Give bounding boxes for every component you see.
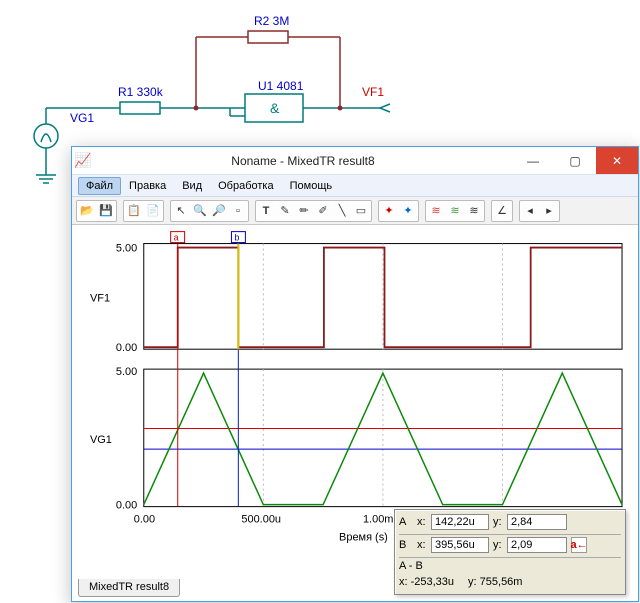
result-tab[interactable]: MixedTR result8 xyxy=(78,579,180,597)
mb-x-label-b: x: xyxy=(417,539,427,551)
pen2-icon[interactable]: ✏ xyxy=(295,202,313,220)
menu-file[interactable]: Файл xyxy=(78,177,121,195)
next-icon[interactable]: ▸ xyxy=(540,202,558,220)
window-title: Noname - MixedTR result8 xyxy=(94,154,512,168)
copy-icon[interactable]: 📋 xyxy=(125,202,143,220)
zoom-in-icon[interactable]: 🔍 xyxy=(191,202,209,220)
pen1-icon[interactable]: ✎ xyxy=(276,202,294,220)
titlebar[interactable]: 📈 Noname - MixedTR result8 — ▢ ✕ xyxy=(72,147,638,175)
open-icon[interactable]: 📂 xyxy=(78,202,96,220)
prev-icon[interactable]: ◂ xyxy=(521,202,539,220)
cursor-a-x-input[interactable] xyxy=(431,514,489,530)
text-tool-icon[interactable]: T xyxy=(257,202,275,220)
x-tick-0: 0.00 xyxy=(134,514,155,526)
zoom-fit-icon[interactable]: ▫ xyxy=(229,202,247,220)
r2-label: R2 3M xyxy=(254,14,289,28)
r1-label: R1 330k xyxy=(118,85,164,99)
result-window: 📈 Noname - MixedTR result8 — ▢ ✕ Файл Пр… xyxy=(71,146,639,602)
mb-a-label: A xyxy=(399,516,413,528)
mb-y-label-a: y: xyxy=(493,516,503,528)
mb-x-label-a: x: xyxy=(417,516,427,528)
cursor-b-x-input[interactable] xyxy=(431,537,489,553)
wave2-icon[interactable]: ≋ xyxy=(446,202,464,220)
app-icon: 📈 xyxy=(72,152,94,169)
mb-diff-y: y: 755,56m xyxy=(468,576,522,588)
u1-symbol: & xyxy=(270,100,280,116)
pointer-icon[interactable]: ↖ xyxy=(172,202,190,220)
cursor-b-y-input[interactable] xyxy=(507,537,567,553)
menu-help[interactable]: Помощь xyxy=(282,177,341,195)
angle-icon[interactable]: ∠ xyxy=(493,202,511,220)
save-icon[interactable]: 💾 xyxy=(97,202,115,220)
minimize-button[interactable]: — xyxy=(512,147,554,174)
cursor-a-icon[interactable]: ✦ xyxy=(380,202,398,220)
wave3-icon[interactable]: ≋ xyxy=(465,202,483,220)
vg1-label: VG1 xyxy=(70,111,94,125)
measurement-panel[interactable]: A x: y: B x: y: a← A - B x: -253,33u xyxy=(394,509,626,595)
mb-diff-x: x: -253,33u xyxy=(399,576,454,588)
menu-edit[interactable]: Правка xyxy=(121,177,174,195)
close-button[interactable]: ✕ xyxy=(596,147,638,174)
cursor-jump-button[interactable]: a← xyxy=(571,537,587,553)
menu-view[interactable]: Вид xyxy=(174,177,210,195)
cursor-a-y-input[interactable] xyxy=(507,514,567,530)
vg1-tick-top: 5.00 xyxy=(116,366,137,378)
x-tick-1: 500.00u xyxy=(241,514,281,526)
vf1-label: VF1 xyxy=(362,85,384,99)
x-tick-2: 1.00m xyxy=(363,514,393,526)
vf1-tick-top: 5.00 xyxy=(116,243,137,255)
cursor-b-icon[interactable]: ✦ xyxy=(399,202,417,220)
x-axis-label: Время (s) xyxy=(339,532,388,544)
menu-process[interactable]: Обработка xyxy=(210,177,281,195)
vf1-tick-bot: 0.00 xyxy=(116,342,137,354)
maximize-button[interactable]: ▢ xyxy=(554,147,596,174)
toolbar: 📂💾 📋📄 ↖🔍🔎▫ T✎✏✐╲▭ ✦✦ ≋≋≋ ∠ ◂▸ xyxy=(72,197,638,225)
vg1-tick-bot: 0.00 xyxy=(116,500,137,512)
zoom-out-icon[interactable]: 🔎 xyxy=(210,202,228,220)
plot-area[interactable]: 5.00 0.00 VF1 5.00 0.00 VG1 0.00 500.00u… xyxy=(78,229,632,575)
pen3-icon[interactable]: ✐ xyxy=(314,202,332,220)
vg1-axis-label: VG1 xyxy=(90,434,112,446)
mb-diff-label: A - B xyxy=(399,560,429,572)
rect-icon[interactable]: ▭ xyxy=(352,202,370,220)
u1-label: U1 4081 xyxy=(258,79,304,93)
menu-bar: Файл Правка Вид Обработка Помощь xyxy=(72,175,638,197)
cursor-a-flag[interactable]: a xyxy=(174,233,179,243)
cursor-b-flag[interactable]: b xyxy=(234,233,239,243)
vf1-axis-label: VF1 xyxy=(90,292,110,304)
mb-y-label-b: y: xyxy=(493,539,503,551)
paste-icon[interactable]: 📄 xyxy=(144,202,162,220)
line-icon[interactable]: ╲ xyxy=(333,202,351,220)
mb-b-label: B xyxy=(399,539,413,551)
wave1-icon[interactable]: ≋ xyxy=(427,202,445,220)
